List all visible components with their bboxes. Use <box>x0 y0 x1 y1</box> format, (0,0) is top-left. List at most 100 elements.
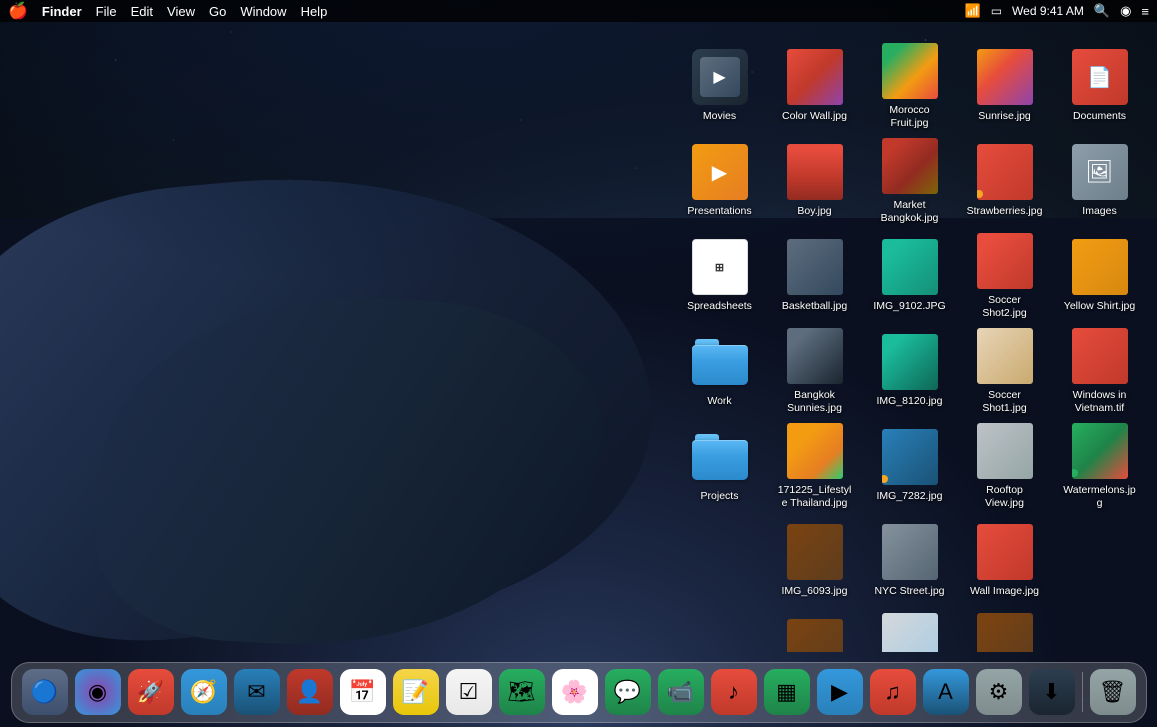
desktop-icon-documents[interactable]: 📄 Documents <box>1057 40 1142 130</box>
desktop-icon-windows-vn[interactable]: Windows in Vietnam.tif <box>1057 325 1142 415</box>
siri-icon[interactable]: ◉ <box>1120 3 1131 19</box>
desktop-icon-morocco-selfie[interactable]: Morocco Selfie.jpg <box>867 610 952 652</box>
desktop-icon-yellowshirt[interactable]: Yellow Shirt.jpg <box>1057 230 1142 320</box>
icon-label-documents: Documents <box>1073 110 1126 123</box>
desktop-icon-img9102[interactable]: IMG_9102.JPG <box>867 230 952 320</box>
edit-menu[interactable]: Edit <box>131 4 153 19</box>
desktop-icon-boy[interactable]: Boy.jpg <box>772 135 857 225</box>
dock-item-numbers[interactable]: ▦ <box>762 667 812 717</box>
control-center-icon[interactable]: ≡ <box>1141 4 1149 19</box>
icon-label-strawberries: Strawberries.jpg <box>967 205 1043 218</box>
desktop-icon-img5961[interactable]: IMG_5961.jpg <box>772 610 857 652</box>
desktop-icon-img8120[interactable]: IMG_8120.jpg <box>867 325 952 415</box>
window-menu[interactable]: Window <box>240 4 286 19</box>
dock-item-music[interactable]: ♫ <box>868 667 918 717</box>
go-menu[interactable]: Go <box>209 4 226 19</box>
desktop-icon-sunrise[interactable]: Sunrise.jpg <box>962 40 1047 130</box>
desktop-icon-projects[interactable]: Projects <box>677 420 762 510</box>
desktop-icon-market-bangkok[interactable]: Market Bangkok.jpg <box>867 135 952 225</box>
dock-item-launchpad[interactable]: 🚀 <box>126 667 176 717</box>
icon-img-boy <box>785 142 845 202</box>
icon-label-windows-vn: Windows in Vietnam.tif <box>1061 389 1138 414</box>
desktop-icon-spreadsheets[interactable]: ⊞Spreadsheets <box>677 230 762 320</box>
dock-item-itunes[interactable]: ♪ <box>709 667 759 717</box>
dock-item-maps[interactable]: 🗺 <box>497 667 547 717</box>
dock: 🔵◉🚀🧭✉👤📅📝☑🗺🌸💬📹♪▦▶♫A⚙⬇🗑 <box>11 662 1147 723</box>
special-icon-presentations: ▶ <box>692 144 748 200</box>
icon-img-morocco-selfie <box>880 611 940 652</box>
desktop-icon-img6093[interactable]: IMG_6093.jpg <box>772 515 857 605</box>
special-icon-documents: 📄 <box>1072 49 1128 105</box>
desktop-icon-nyc[interactable]: NYC Street.jpg <box>867 515 952 605</box>
icon-img-nyc <box>880 522 940 582</box>
icon-img-yellowshirt <box>1070 237 1130 297</box>
icon-label-spreadsheets: Spreadsheets <box>687 300 752 313</box>
wifi-icon[interactable]: 📶 <box>965 3 981 19</box>
desktop-icon-wallimage[interactable]: Wall Image.jpg <box>962 515 1047 605</box>
dock-item-siri[interactable]: ◉ <box>73 667 123 717</box>
desktop-icon-vietnamese[interactable]: Vietnamese Girl.tif <box>962 610 1047 652</box>
photo-thumb-img8120 <box>882 334 938 390</box>
photo-thumb-morocco-fruit <box>882 43 938 99</box>
dock-item-prefs[interactable]: ⚙ <box>974 667 1024 717</box>
help-menu[interactable]: Help <box>301 4 328 19</box>
dock-item-safari[interactable]: 🧭 <box>179 667 229 717</box>
desktop-icons: MoviesColor Wall.jpg Morocco Fruit.jpg Sun… <box>677 30 1157 652</box>
dock-item-contacts[interactable]: 👤 <box>285 667 335 717</box>
desktop-icon-colorwall[interactable]: Color Wall.jpg <box>772 40 857 130</box>
dock-item-messages[interactable]: 💬 <box>603 667 653 717</box>
dock-item-trash[interactable]: 🗑 <box>1088 667 1138 717</box>
desktop-icon-presentations[interactable]: ▶ Presentations <box>677 135 762 225</box>
desktop-icon-images[interactable]: 🖼Images <box>1057 135 1142 225</box>
photo-thumb-colorwall <box>787 49 843 105</box>
icon-img-soccer1 <box>975 326 1035 386</box>
special-icon-movies <box>692 49 748 105</box>
dock-item-archive[interactable]: ⬇ <box>1027 667 1077 717</box>
finder-menu[interactable]: Finder <box>42 4 82 19</box>
icon-label-presentations: Presentations <box>687 205 751 218</box>
dock-item-facetime[interactable]: 📹 <box>656 667 706 717</box>
icon-label-morocco-fruit: Morocco Fruit.jpg <box>871 104 948 129</box>
icon-grid: MoviesColor Wall.jpg Morocco Fruit.jpg Sun… <box>677 30 1157 652</box>
icon-label-bangkok-sunnies: Bangkok Sunnies.jpg <box>776 389 853 414</box>
dock-item-keynote[interactable]: ▶ <box>815 667 865 717</box>
desktop-icon-movies[interactable]: Movies <box>677 40 762 130</box>
desktop-icon-rooftop[interactable]: Rooftop View.jpg <box>962 420 1047 510</box>
photo-thumb-rooftop <box>977 423 1033 479</box>
search-icon[interactable]: 🔍 <box>1094 3 1110 19</box>
desktop-icon-bangkok-sunnies[interactable]: Bangkok Sunnies.jpg <box>772 325 857 415</box>
dock-item-photos[interactable]: 🌸 <box>550 667 600 717</box>
dock-item-appstore[interactable]: A <box>921 667 971 717</box>
desktop-icon-img7282[interactable]: IMG_7282.jpg <box>867 420 952 510</box>
dock-icon-siri: ◉ <box>75 669 121 715</box>
desktop-icon-strawberries[interactable]: Strawberries.jpg <box>962 135 1047 225</box>
dock-item-calendar[interactable]: 📅 <box>338 667 388 717</box>
icon-img-windows-vn <box>1070 326 1130 386</box>
dock-item-reminders[interactable]: ☑ <box>444 667 494 717</box>
airplay-icon[interactable]: ▭ <box>991 4 1002 18</box>
dock-item-mail[interactable]: ✉ <box>232 667 282 717</box>
desktop-icon-morocco-fruit[interactable]: Morocco Fruit.jpg <box>867 40 952 130</box>
dock-icon-maps: 🗺 <box>499 669 545 715</box>
view-menu[interactable]: View <box>167 4 195 19</box>
icon-img-work <box>690 332 750 392</box>
desktop-icon-soccer1[interactable]: Soccer Shot1.jpg <box>962 325 1047 415</box>
desktop-icon-work[interactable]: Work <box>677 325 762 415</box>
apple-menu[interactable]: 🍎 <box>8 1 28 21</box>
icon-label-img9102: IMG_9102.JPG <box>873 300 945 313</box>
desktop-icon-soccer2[interactable]: Soccer Shot2.jpg <box>962 230 1047 320</box>
dock-icon-launchpad: 🚀 <box>128 669 174 715</box>
dock-item-notes[interactable]: 📝 <box>391 667 441 717</box>
desktop-icon-watermelons[interactable]: Watermelons.jpg <box>1057 420 1142 510</box>
icon-label-soccer2: Soccer Shot2.jpg <box>966 294 1043 319</box>
icon-label-img7282: IMG_7282.jpg <box>877 490 943 503</box>
icon-img-rooftop <box>975 421 1035 481</box>
file-menu[interactable]: File <box>96 4 117 19</box>
dock-item-finder[interactable]: 🔵 <box>20 667 70 717</box>
folder-icon-projects <box>692 434 748 480</box>
icon-label-wallimage: Wall Image.jpg <box>970 585 1039 598</box>
photo-thumb-yellowshirt <box>1072 239 1128 295</box>
desktop-icon-lifestyle[interactable]: 171225_Lifestyle Thailand.jpg <box>772 420 857 510</box>
folder-icon-work <box>692 339 748 385</box>
desktop-icon-basketball[interactable]: Basketball.jpg <box>772 230 857 320</box>
